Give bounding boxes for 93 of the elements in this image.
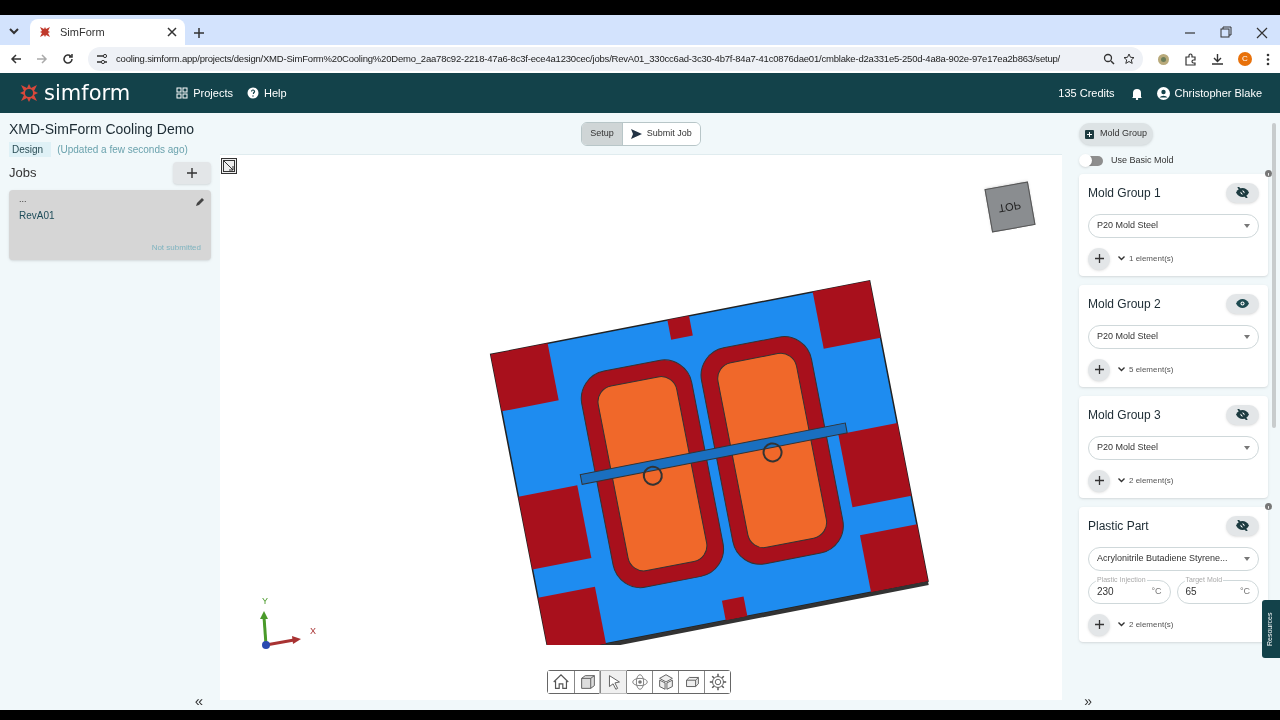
viewport-canvas[interactable]: TOP X Y — [220, 154, 1062, 700]
visibility-toggle[interactable] — [1226, 293, 1259, 314]
zoom-icon[interactable] — [1103, 53, 1115, 65]
add-box-icon — [1085, 129, 1094, 139]
visibility-toggle[interactable] — [1226, 182, 1259, 203]
star-icon[interactable] — [1123, 53, 1135, 65]
grid-icon — [176, 87, 189, 99]
home-icon — [551, 672, 571, 692]
download-icon[interactable] — [1211, 52, 1224, 66]
card-title: Mold Group 1 — [1088, 184, 1161, 202]
chevron-down-icon — [1118, 367, 1125, 372]
add-element-button[interactable] — [1088, 613, 1110, 636]
job-name: RevA01 — [19, 209, 56, 223]
caret-icon — [1244, 556, 1250, 561]
nav-link[interactable]: Help — [246, 84, 287, 102]
view-cube-label: TOP — [997, 198, 1023, 218]
plus-icon — [1094, 254, 1104, 263]
job-card[interactable]: ... RevA01 Not submitted — [9, 190, 211, 260]
eye-off-icon — [1236, 187, 1249, 198]
fit-view-icon[interactable] — [221, 158, 237, 174]
card-title: Plastic Part — [1088, 517, 1149, 535]
toggle-label: Use Basic Mold — [1111, 154, 1174, 167]
help-icon — [246, 87, 259, 99]
puzzle-icon[interactable] — [1184, 52, 1197, 66]
step-tab[interactable]: Submit Job — [621, 122, 700, 145]
add-element-button[interactable] — [1088, 358, 1110, 381]
expand-right-text[interactable]: » — [1084, 694, 1092, 708]
eye-icon — [1236, 299, 1249, 308]
credits-text: 135 Credits — [1058, 85, 1115, 101]
card-title: Mold Group 2 — [1088, 295, 1161, 313]
jobs-heading: Jobs — [9, 164, 37, 183]
user-menu[interactable]: Christopher Blake — [1156, 84, 1262, 102]
site-settings-icon[interactable] — [96, 53, 108, 65]
chevron-down-icon — [1118, 256, 1125, 261]
plus-icon — [1094, 365, 1104, 374]
simform-logo-icon — [18, 82, 40, 104]
updated-text: (Updated a few seconds ago) — [57, 143, 188, 157]
send-icon — [630, 128, 642, 139]
job-status: Not submitted — [151, 242, 201, 254]
toolbar-button[interactable] — [704, 671, 730, 693]
unit-text: °C — [1239, 584, 1250, 598]
simform-logo-icon — [38, 25, 52, 39]
reload-icon[interactable] — [62, 53, 74, 65]
back-icon[interactable] — [10, 53, 22, 65]
step-tab[interactable]: Setup — [582, 122, 622, 145]
project-title: XMD-SimForm Cooling Demo — [9, 120, 195, 139]
axis-label: Y — [262, 595, 268, 608]
eye-off-icon — [1236, 409, 1249, 420]
elements-expander[interactable]: 2 element(s) — [1118, 618, 1174, 631]
info-icon[interactable] — [1265, 169, 1272, 177]
nav-link[interactable]: Projects — [176, 84, 233, 102]
chevron-down-icon — [1118, 478, 1125, 483]
orbit-icon — [629, 672, 650, 692]
tab-title: SimForm — [60, 24, 106, 40]
more-icon[interactable] — [1266, 52, 1270, 66]
add-element-button[interactable] — [1088, 247, 1110, 270]
plus-icon — [1094, 620, 1104, 629]
caret-icon — [1244, 223, 1250, 228]
logo-text: simform — [44, 82, 131, 104]
field-value: 230 — [1097, 585, 1114, 599]
eye-off-icon — [1236, 520, 1249, 531]
plus-icon — [1094, 476, 1104, 485]
visibility-toggle[interactable] — [1226, 404, 1259, 425]
add-element-button[interactable] — [1088, 469, 1110, 492]
bell-icon[interactable] — [1130, 86, 1143, 100]
view-cube[interactable]: TOP — [984, 181, 1036, 233]
elements-expander[interactable]: 2 element(s) — [1118, 474, 1174, 487]
user-icon — [1156, 86, 1170, 100]
add-mold-group-button[interactable]: Mold Group — [1079, 123, 1154, 145]
close-icon[interactable] — [167, 27, 177, 37]
chevron-down-icon — [1118, 622, 1125, 627]
pencil-icon[interactable] — [195, 197, 205, 207]
card-title: Mold Group 3 — [1088, 406, 1161, 424]
plus-icon — [187, 168, 197, 178]
visibility-toggle[interactable] — [1226, 515, 1259, 536]
forward-icon — [36, 53, 48, 65]
browser-tab[interactable]: SimForm — [30, 19, 185, 45]
settings-icon — [707, 672, 728, 692]
extension-icon[interactable] — [1157, 52, 1170, 66]
collapse-left-text[interactable]: « — [194, 693, 203, 708]
caret-icon — [1244, 445, 1250, 450]
elements-expander[interactable]: 1 element(s) — [1118, 252, 1174, 265]
stage-tag: Design — [9, 142, 52, 157]
field-value: 65 — [1185, 585, 1197, 599]
add-job-button[interactable] — [173, 162, 211, 184]
info-icon[interactable] — [1265, 502, 1272, 510]
unit-text: °C — [1151, 584, 1162, 598]
caret-icon — [1244, 334, 1250, 339]
axis-label: X — [310, 625, 316, 638]
toolbar-button[interactable] — [600, 671, 626, 693]
elements-expander[interactable]: 5 element(s) — [1118, 363, 1174, 376]
url-text: cooling.simform.app/projects/design/XMD-SimForm%20Cooling%20Demo_2aa78c92-2218-47a6-8c3f-ece4a1230cec/jobs/RevA01_330cc6ad-3c30-4b7f-84a7-41c0876dae01/cmblake-d2a331e5-250d-4a8a-902e-97e17ea2b863/setup/ — [116, 51, 1062, 66]
address-bar[interactable] — [88, 47, 1143, 71]
